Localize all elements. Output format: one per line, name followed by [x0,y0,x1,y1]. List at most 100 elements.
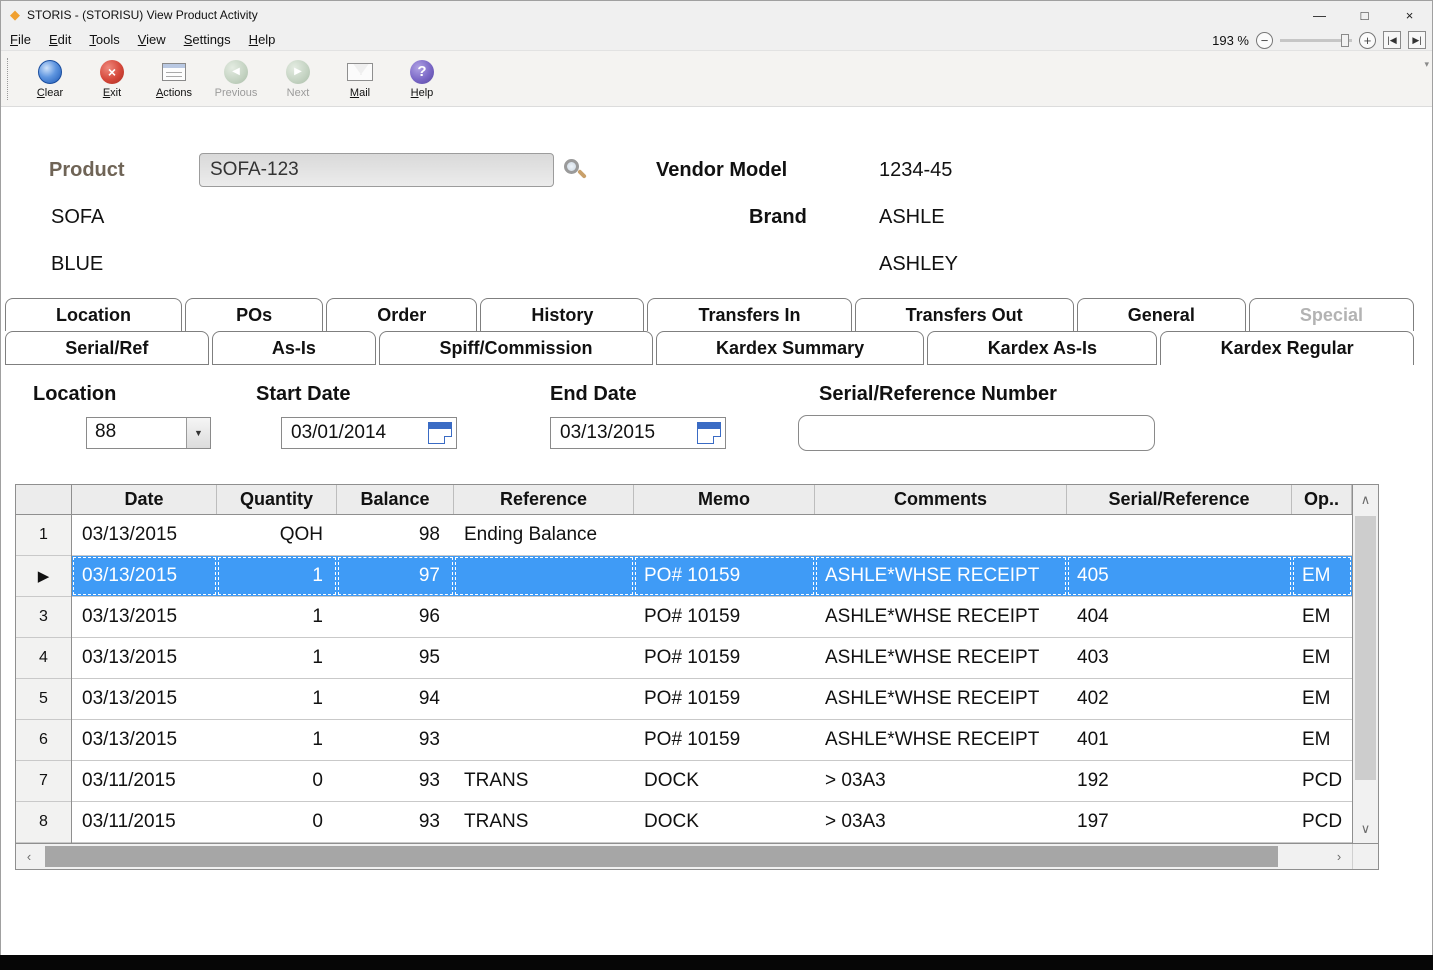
menu-item-help[interactable]: Help [240,31,285,48]
table-cell[interactable]: > 03A3 [815,761,1067,801]
table-cell[interactable]: TRANS [454,761,634,801]
table-cell[interactable]: EM [1292,679,1352,719]
actions-button[interactable]: Actions [143,54,205,104]
tab-transfers-in[interactable]: Transfers In [647,298,851,331]
table-cell[interactable]: PO# 10159 [634,597,815,637]
row-header-cell[interactable]: ▶ [16,556,71,597]
tab-general[interactable]: General [1077,298,1246,331]
vertical-scroll-track[interactable] [1353,514,1378,814]
column-header-reference[interactable]: Reference [454,485,634,514]
table-cell[interactable]: 404 [1067,597,1292,637]
table-cell[interactable]: DOCK [634,761,815,801]
column-header-serial-reference[interactable]: Serial/Reference [1067,485,1292,514]
table-cell[interactable] [815,515,1067,555]
table-cell[interactable] [1067,515,1292,555]
column-header-op-[interactable]: Op.. [1292,485,1352,514]
table-cell[interactable]: ASHLE*WHSE RECEIPT [815,720,1067,760]
menu-item-edit[interactable]: Edit [40,31,80,48]
column-header-comments[interactable]: Comments [815,485,1067,514]
zoom-slider-handle[interactable] [1341,34,1349,47]
tab-location[interactable]: Location [5,298,182,331]
table-cell[interactable]: 03/13/2015 [72,679,217,719]
table-cell[interactable]: 1 [217,556,337,596]
table-cell[interactable]: 03/13/2015 [72,515,217,555]
column-header-date[interactable]: Date [72,485,217,514]
table-cell[interactable]: 1 [217,679,337,719]
table-cell[interactable]: PCD [1292,802,1352,842]
table-cell[interactable]: ASHLE*WHSE RECEIPT [815,556,1067,596]
table-cell[interactable]: QOH [217,515,337,555]
column-header-quantity[interactable]: Quantity [217,485,337,514]
table-cell[interactable]: 94 [337,679,454,719]
table-cell[interactable]: 03/11/2015 [72,761,217,801]
table-cell[interactable]: 03/13/2015 [72,597,217,637]
row-header-cell[interactable]: 4 [16,638,71,679]
table-cell[interactable]: DOCK [634,802,815,842]
table-cell[interactable]: EM [1292,597,1352,637]
table-row[interactable]: 03/13/2015194PO# 10159ASHLE*WHSE RECEIPT… [72,679,1352,720]
table-row[interactable]: 03/13/2015QOH98Ending Balance [72,515,1352,556]
tab-kardex-summary[interactable]: Kardex Summary [656,331,925,365]
table-row[interactable]: 03/13/2015195PO# 10159ASHLE*WHSE RECEIPT… [72,638,1352,679]
table-cell[interactable] [1292,515,1352,555]
menu-item-tools[interactable]: Tools [80,31,128,48]
vertical-scrollbar[interactable]: ∧ ∨ [1352,485,1378,843]
title-bar[interactable]: ◆ STORIS - (STORISU) View Product Activi… [1,1,1432,29]
end-date-field[interactable]: 03/13/2015 [550,417,726,449]
row-header-cell[interactable]: 1 [16,515,71,556]
table-row[interactable]: 03/11/2015093TRANSDOCK> 03A3197PCD [72,802,1352,843]
table-cell[interactable] [454,679,634,719]
table-cell[interactable]: PO# 10159 [634,556,815,596]
table-cell[interactable]: PO# 10159 [634,720,815,760]
product-code-input[interactable] [199,153,554,187]
exit-button[interactable]: × Exit [81,54,143,104]
table-cell[interactable]: 03/13/2015 [72,638,217,678]
table-cell[interactable]: ASHLE*WHSE RECEIPT [815,679,1067,719]
table-cell[interactable]: 1 [217,638,337,678]
table-cell[interactable] [454,720,634,760]
table-cell[interactable]: 405 [1067,556,1292,596]
table-cell[interactable] [634,515,815,555]
tab-spiff-commission[interactable]: Spiff/Commission [379,331,653,365]
toolbar-overflow-button[interactable]: ▾ [1424,59,1429,70]
chevron-down-icon[interactable]: ▼ [186,418,210,448]
mail-button[interactable]: Mail [329,54,391,104]
table-cell[interactable]: 0 [217,761,337,801]
menu-item-file[interactable]: File [1,31,40,48]
table-cell[interactable]: EM [1292,556,1352,596]
maximize-button[interactable]: □ [1342,1,1387,29]
minimize-button[interactable]: — [1297,1,1342,29]
table-cell[interactable]: 93 [337,761,454,801]
table-cell[interactable]: EM [1292,638,1352,678]
grid-corner-cell[interactable] [16,485,71,515]
last-record-button[interactable]: ▶| [1408,31,1426,49]
tab-transfers-out[interactable]: Transfers Out [855,298,1074,331]
table-cell[interactable]: 403 [1067,638,1292,678]
horizontal-scroll-thumb[interactable] [45,846,1278,867]
clear-button[interactable]: Clear [19,54,81,104]
table-cell[interactable]: 93 [337,802,454,842]
table-cell[interactable]: 192 [1067,761,1292,801]
menu-item-settings[interactable]: Settings [175,31,240,48]
table-cell[interactable] [454,556,634,596]
menu-item-view[interactable]: View [129,31,175,48]
table-cell[interactable]: 197 [1067,802,1292,842]
table-cell[interactable]: 402 [1067,679,1292,719]
tab-as-is[interactable]: As-Is [212,331,377,365]
table-cell[interactable]: EM [1292,720,1352,760]
scroll-left-button[interactable]: ‹ [16,844,42,869]
table-cell[interactable]: 96 [337,597,454,637]
table-cell[interactable]: PCD [1292,761,1352,801]
table-cell[interactable] [454,638,634,678]
table-cell[interactable]: ASHLE*WHSE RECEIPT [815,638,1067,678]
table-cell[interactable]: 03/11/2015 [72,802,217,842]
location-dropdown[interactable]: 88 ▼ [86,417,211,449]
zoom-in-button[interactable]: + [1359,32,1376,49]
scroll-right-button[interactable]: › [1326,844,1352,869]
table-cell[interactable]: 95 [337,638,454,678]
table-cell[interactable]: 03/13/2015 [72,556,217,596]
table-cell[interactable]: 1 [217,597,337,637]
tab-kardex-as-is[interactable]: Kardex As-Is [927,331,1157,365]
zoom-slider[interactable] [1280,39,1352,42]
row-header-cell[interactable]: 5 [16,679,71,720]
